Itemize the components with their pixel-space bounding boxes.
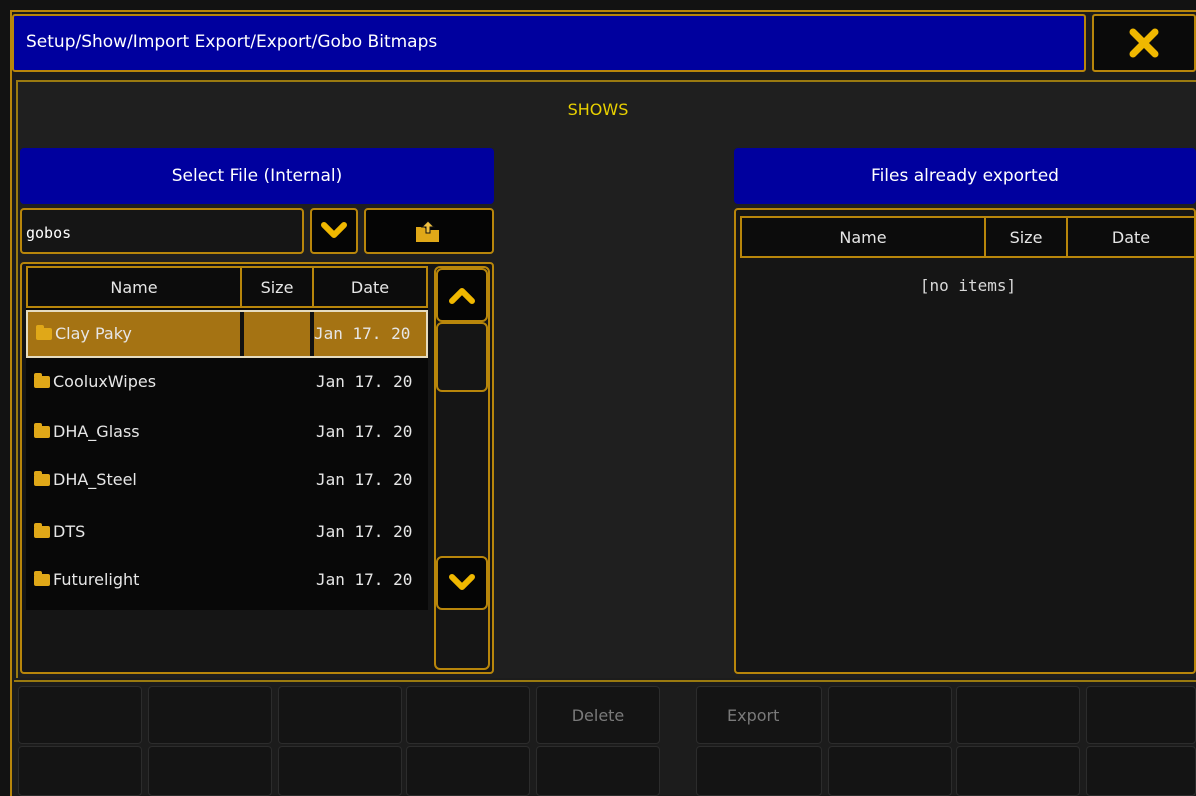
row-name: DTS (34, 522, 85, 541)
exported-files-header: Files already exported (734, 148, 1196, 204)
row-date: Jan 17. 20 (316, 522, 413, 541)
table-row[interactable]: Futurelight Jan 17. 20 (26, 558, 428, 606)
empty-button[interactable] (956, 746, 1080, 796)
row-name: Futurelight (34, 570, 139, 589)
empty-button[interactable] (18, 686, 142, 744)
scroll-thumb[interactable] (436, 322, 488, 392)
column-header-date[interactable]: Date (312, 266, 428, 308)
row-name: Clay Paky (36, 324, 132, 343)
empty-button[interactable] (828, 686, 952, 744)
empty-list-text: [no items] (919, 276, 1017, 295)
close-icon (1129, 28, 1159, 58)
table-row[interactable]: DTS Jan 17. 20 (26, 510, 428, 558)
empty-button[interactable] (696, 746, 822, 796)
empty-button[interactable] (1086, 686, 1196, 744)
folder-icon (34, 422, 50, 438)
parent-folder-button[interactable] (364, 208, 494, 254)
folder-icon (34, 470, 50, 486)
folder-icon (34, 372, 50, 388)
folder-icon (34, 522, 50, 538)
path-dropdown-button[interactable] (310, 208, 358, 254)
row-name: CooluxWipes (34, 372, 156, 391)
chevron-down-icon (449, 574, 475, 590)
empty-button[interactable] (148, 746, 272, 796)
chevron-down-icon (321, 222, 347, 238)
row-date: Jan 17. 20 (314, 324, 411, 343)
row-date: Jan 17. 20 (316, 422, 413, 441)
column-header-name[interactable]: Name (26, 266, 242, 308)
chevron-up-icon (449, 288, 475, 304)
table-row[interactable]: DHA_Glass Jan 17. 20 (26, 410, 428, 458)
empty-button[interactable] (406, 746, 530, 796)
empty-button[interactable] (406, 686, 530, 744)
folder-icon (36, 324, 52, 340)
empty-button[interactable] (18, 746, 142, 796)
table-row[interactable]: Clay Paky Jan 17. 20 (26, 310, 428, 358)
column-header-size[interactable]: Size (984, 216, 1068, 258)
empty-button[interactable] (278, 686, 402, 744)
select-file-header: Select File (Internal) (20, 148, 494, 204)
path-field[interactable]: gobos (20, 208, 304, 254)
scroll-down-button[interactable] (436, 556, 488, 610)
window-title: Setup/Show/Import Export/Export/Gobo Bit… (26, 32, 438, 52)
row-name: DHA_Steel (34, 470, 137, 489)
empty-button[interactable] (956, 686, 1080, 744)
row-name: DHA_Glass (34, 422, 140, 441)
scroll-up-button[interactable] (436, 268, 488, 322)
column-header-date[interactable]: Date (1066, 216, 1196, 258)
delete-button[interactable]: Delete (536, 686, 660, 744)
empty-button[interactable] (536, 746, 660, 796)
export-button[interactable]: Export (696, 686, 822, 744)
table-row[interactable]: DHA_Steel Jan 17. 20 (26, 458, 428, 506)
row-date: Jan 17. 20 (316, 570, 413, 589)
folder-up-icon (416, 220, 439, 242)
column-header-size[interactable]: Size (240, 266, 314, 308)
empty-button[interactable] (278, 746, 402, 796)
column-header-name[interactable]: Name (740, 216, 986, 258)
folder-icon (34, 570, 50, 586)
table-row[interactable]: CooluxWipes Jan 17. 20 (26, 360, 428, 408)
section-label: SHOWS (567, 100, 629, 119)
empty-button[interactable] (1086, 746, 1196, 796)
bottom-divider (14, 680, 1196, 682)
empty-button[interactable] (148, 686, 272, 744)
close-button[interactable] (1092, 14, 1196, 72)
empty-button[interactable] (828, 746, 952, 796)
row-date: Jan 17. 20 (316, 470, 413, 489)
row-date: Jan 17. 20 (316, 372, 413, 391)
